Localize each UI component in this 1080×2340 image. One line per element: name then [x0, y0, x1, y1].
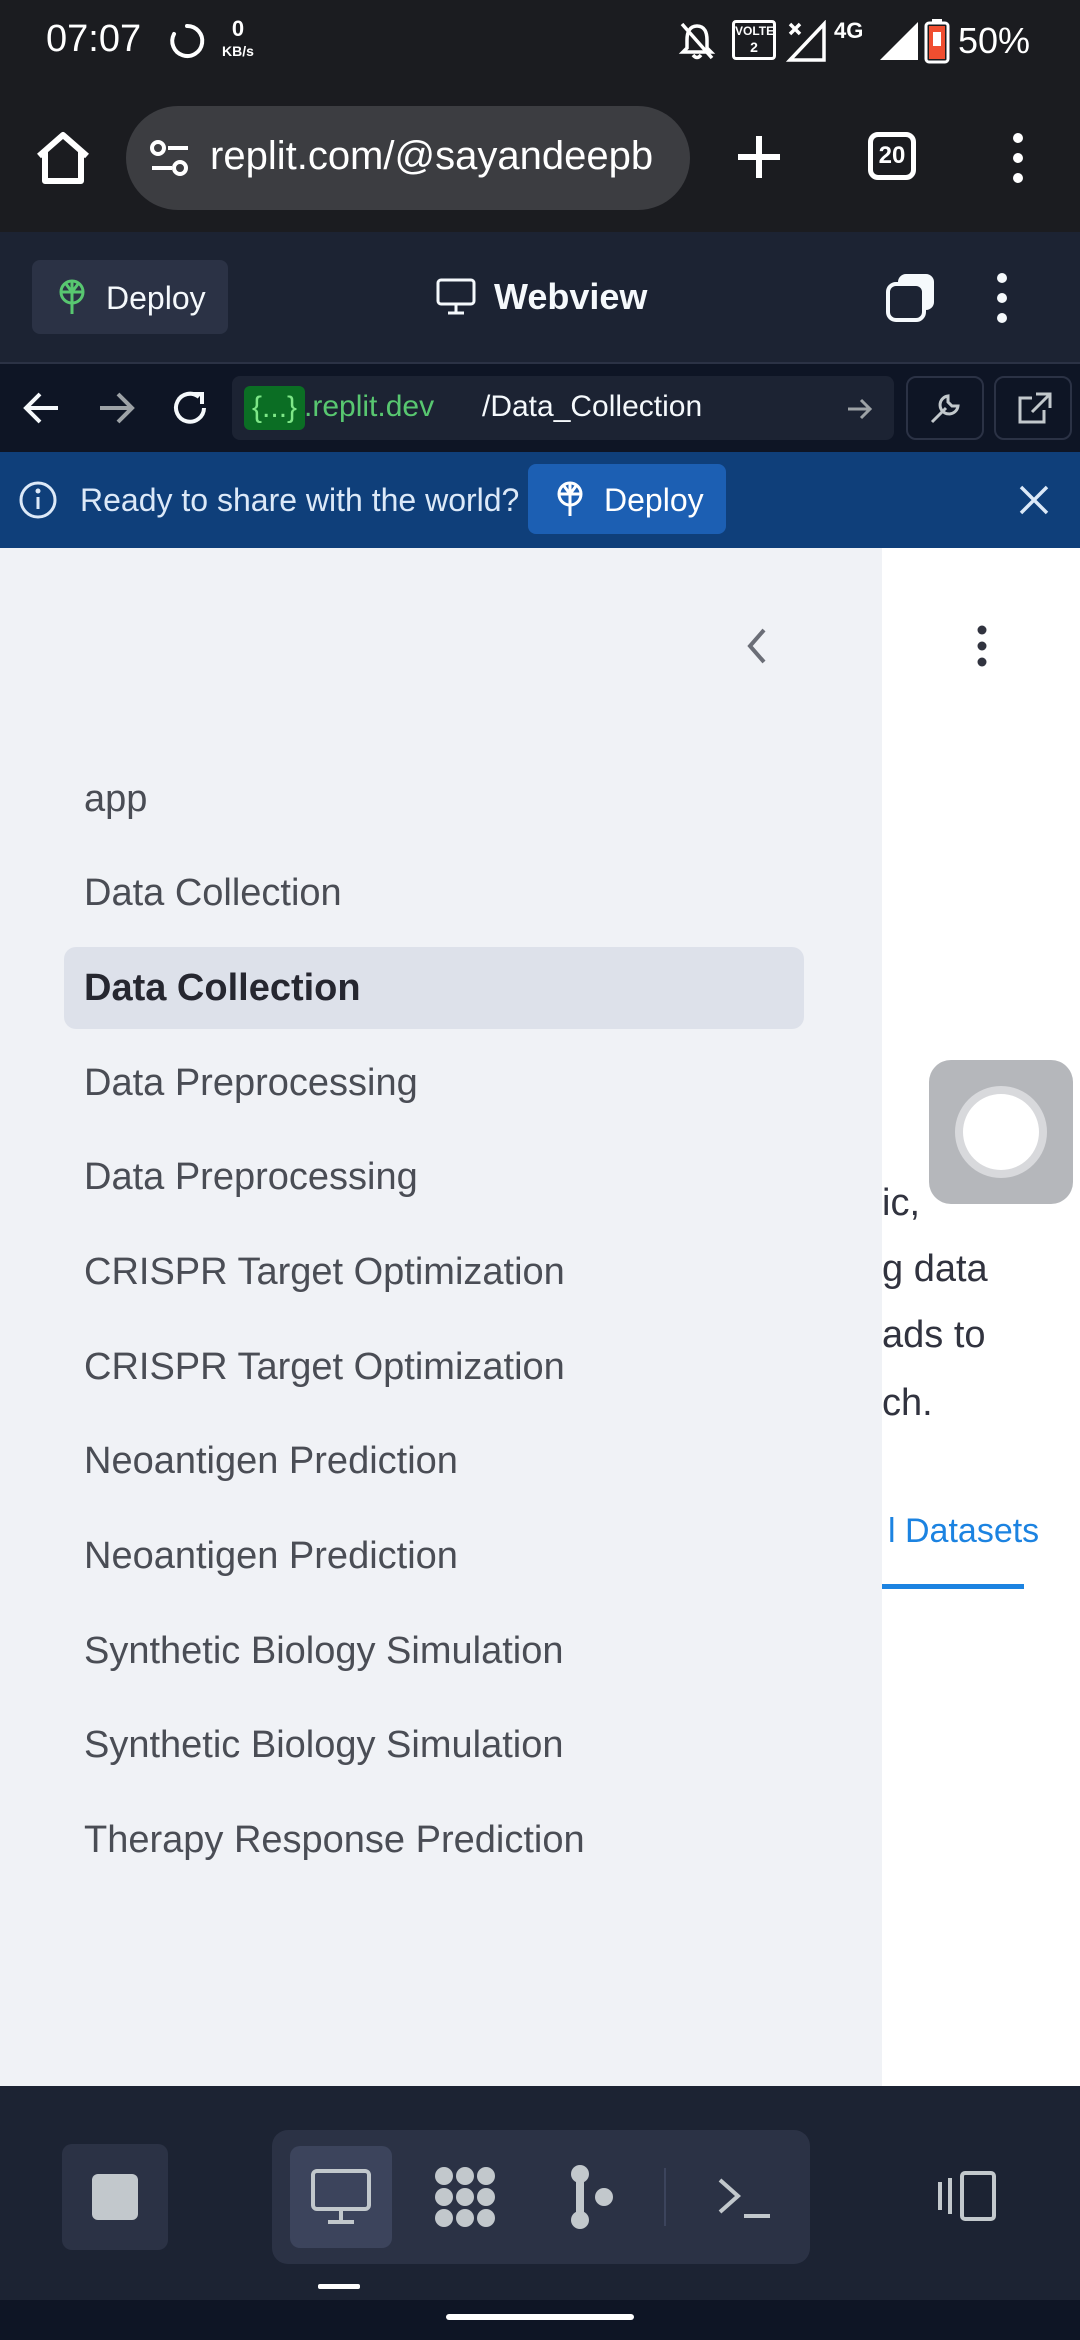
open-new-tab-button[interactable] — [994, 376, 1072, 440]
network-type: 4G — [834, 18, 864, 43]
signal-sim2-icon — [786, 20, 826, 62]
status-time: 07:07 — [46, 18, 142, 60]
deploy-label: Deploy — [106, 280, 206, 316]
url-text: replit.com/@sayandeepb — [210, 134, 654, 178]
active-tool-indicator — [318, 2284, 360, 2289]
sidebar-item-data-preprocessing[interactable]: Data Preprocessing — [64, 1042, 804, 1124]
monitor-icon — [436, 278, 476, 315]
replit-header: Deploy Webview — [0, 232, 1080, 362]
main-text-line: ic, — [882, 1182, 920, 1224]
git-branch-icon[interactable] — [568, 2164, 614, 2230]
deploy-icon — [557, 481, 583, 516]
devtools-button[interactable] — [906, 376, 984, 440]
more-vert-icon[interactable] — [972, 624, 992, 668]
main-text-line: ads to — [882, 1314, 986, 1356]
sidebar-item-app[interactable]: app — [64, 758, 804, 840]
browser-toolbar: replit.com/@sayandeepb 20 — [0, 84, 1080, 232]
sidebar-item-synthetic-biology-simulation[interactable]: Synthetic Biology Simulation — [64, 1704, 804, 1786]
signal-strength-icon — [880, 22, 918, 60]
webview-title: Webview — [494, 276, 648, 317]
more-vert-icon[interactable] — [992, 272, 1012, 324]
new-tab-icon[interactable] — [736, 134, 782, 180]
loading-spinner-icon — [170, 23, 205, 58]
webview-tool-button[interactable] — [290, 2146, 392, 2248]
sidebar-item-crispr-target-optimization[interactable]: CRISPR Target Optimization — [64, 1326, 804, 1408]
sidebar-item-data-preprocessing[interactable]: Data Preprocessing — [64, 1136, 804, 1218]
webview-content: ic, g data ads to ch. l Datasets app Dat… — [0, 548, 1080, 2086]
go-arrow-icon[interactable] — [846, 396, 874, 422]
reload-icon[interactable] — [170, 388, 210, 428]
deploy-button[interactable]: Deploy — [32, 260, 228, 334]
url-chip: {...} — [244, 386, 306, 430]
external-link-icon — [1018, 392, 1052, 424]
more-vert-icon[interactable] — [1008, 132, 1028, 184]
close-icon[interactable] — [1018, 484, 1050, 516]
floating-assist-button[interactable] — [929, 1060, 1073, 1204]
banner-deploy-button[interactable]: Deploy — [528, 464, 726, 534]
address-bar[interactable]: replit.com/@sayandeepb — [126, 106, 690, 210]
stop-button[interactable] — [62, 2144, 168, 2250]
forward-arrow-icon[interactable] — [96, 390, 136, 426]
tool-switcher — [272, 2130, 810, 2264]
replit-bottom-toolbar — [0, 2086, 1080, 2300]
wrench-icon — [930, 394, 960, 424]
deploy-icon — [59, 279, 85, 314]
console-icon[interactable] — [716, 2174, 772, 2220]
sidebar-item-neoantigen-prediction[interactable]: Neoantigen Prediction — [64, 1515, 804, 1597]
net-speed: 0 KB/s — [222, 18, 254, 62]
sidebar-item-neoantigen-prediction[interactable]: Neoantigen Prediction — [64, 1420, 804, 1502]
back-arrow-icon[interactable] — [22, 390, 62, 426]
sidebar-item-data-collection-active[interactable]: Data Collection — [64, 947, 804, 1029]
deploy-banner: Ready to share with the world? Deploy — [0, 452, 1080, 548]
collapse-sidebar-icon[interactable] — [744, 626, 768, 666]
window-tabs-icon[interactable] — [884, 272, 938, 324]
battery-icon — [924, 19, 950, 64]
sidebar-item-synthetic-biology-simulation[interactable]: Synthetic Biology Simulation — [64, 1610, 804, 1692]
packages-icon[interactable] — [432, 2164, 498, 2230]
site-settings-icon[interactable] — [148, 136, 192, 180]
assist-ring-icon — [963, 1094, 1039, 1170]
net-speed-unit: KB/s — [222, 43, 254, 59]
tab-switcher-button[interactable]: 20 — [868, 132, 916, 180]
status-bar: 07:07 0 KB/s VOLTE 2 4G 50% — [0, 0, 1080, 84]
webview-url-field[interactable]: {...} .replit.dev /Data_Collection — [232, 376, 894, 440]
bell-off-icon — [678, 22, 716, 60]
home-gesture-bar[interactable] — [446, 2314, 634, 2320]
url-path: /Data_Collection — [482, 390, 703, 423]
sidebar: app Data Collection Data Collection Data… — [0, 548, 882, 2086]
stop-icon — [92, 2174, 138, 2220]
banner-deploy-label: Deploy — [604, 482, 704, 518]
tab-datasets[interactable]: l Datasets — [888, 1512, 1039, 1551]
battery-percent: 50% — [958, 20, 1031, 61]
net-speed-value: 0 — [231, 16, 245, 41]
tab-active-underline — [882, 1584, 1024, 1589]
sidebar-item-crispr-target-optimization[interactable]: CRISPR Target Optimization — [64, 1231, 804, 1313]
home-icon[interactable] — [34, 130, 92, 186]
main-text-line: ch. — [882, 1382, 933, 1424]
toolbar-divider — [664, 2168, 666, 2226]
volte-badge: VOLTE 2 — [732, 20, 776, 60]
banner-message: Ready to share with the world? — [80, 482, 520, 518]
info-icon — [19, 481, 57, 519]
url-domain: .replit.dev — [304, 390, 435, 423]
panels-icon[interactable] — [936, 2170, 998, 2222]
volte-label: VOLTE — [735, 24, 775, 38]
webview-nav: {...} .replit.dev /Data_Collection — [0, 362, 1080, 452]
sidebar-item-data-collection[interactable]: Data Collection — [64, 852, 804, 934]
monitor-icon — [311, 2169, 371, 2224]
sidebar-item-therapy-response-prediction[interactable]: Therapy Response Prediction — [64, 1799, 804, 1881]
main-text-line: g data — [882, 1248, 988, 1290]
